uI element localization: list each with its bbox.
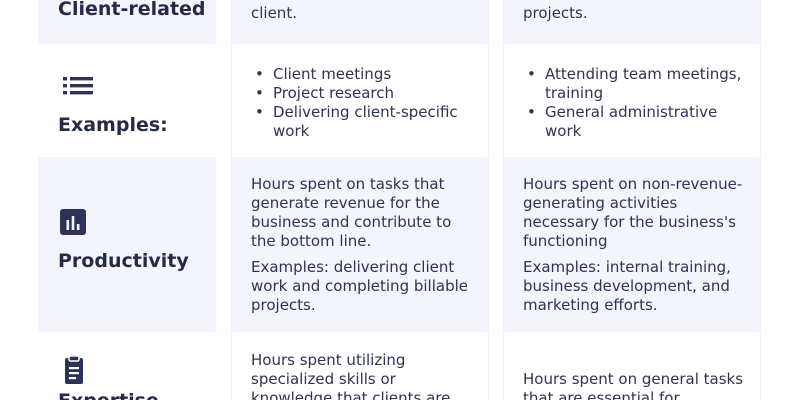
column-divider — [760, 0, 761, 400]
nonbillable-cell-expertise: Hours spent on general tasks that are es… — [503, 332, 761, 400]
billable-cell-examples: Client meetings Project research Deliver… — [231, 44, 488, 157]
billable-cell-client-related: client. — [231, 0, 488, 44]
row-examples-label-cell: Examples: — [38, 44, 216, 157]
list-item: Client meetings — [251, 65, 474, 84]
billable-text-client-related: client. — [251, 4, 297, 22]
nonbillable-productivity-text: Hours spent on non-revenue-generating ac… — [523, 175, 747, 315]
list-item: Attending team meetings, training — [523, 65, 747, 103]
nonbillable-expertise-desc: Hours spent on general tasks that are es… — [523, 370, 744, 400]
row-productivity-label-cell: Productivity — [38, 157, 216, 332]
nonbillable-examples-list-wrap: Attending team meetings, training Genera… — [523, 65, 747, 141]
billable-examples-list-wrap: Client meetings Project research Deliver… — [251, 65, 474, 141]
comparison-table: Client-related client. projects. Example… — [0, 0, 800, 400]
billable-cell-expertise: Hours spent utilizing specialized skills… — [231, 332, 488, 400]
list-item: General administrative work — [523, 103, 747, 141]
row-label-client-related: Client-related — [58, 0, 206, 20]
billable-examples-list: Client meetings Project research Deliver… — [251, 65, 474, 141]
row-label-productivity: Productivity — [58, 250, 189, 272]
nonbillable-cell-productivity: Hours spent on non-revenue-generating ac… — [503, 157, 761, 332]
billable-productivity-examples: Examples: delivering client work and com… — [251, 258, 468, 314]
row-client-related-label-cell: Client-related — [38, 0, 216, 44]
nonbillable-productivity-desc: Hours spent on non-revenue-generating ac… — [523, 175, 743, 250]
column-divider — [488, 0, 489, 400]
nonbillable-examples-list: Attending team meetings, training Genera… — [523, 65, 747, 141]
row-label-expertise: Expertise — [58, 390, 159, 400]
billable-productivity-text: Hours spent on tasks that generate reven… — [251, 175, 474, 315]
billable-expertise-desc: Hours spent utilizing specialized skills… — [251, 351, 451, 400]
list-item: Delivering client-specific work — [251, 103, 474, 141]
bar-chart-icon — [60, 209, 86, 235]
row-expertise-label-cell: Expertise — [38, 332, 216, 400]
column-divider — [503, 0, 504, 400]
list-icon — [63, 77, 93, 95]
nonbillable-cell-examples: Attending team meetings, training Genera… — [503, 44, 761, 157]
column-divider — [231, 0, 232, 400]
list-item: Project research — [251, 84, 474, 103]
nonbillable-text-client-related: projects. — [523, 4, 588, 22]
nonbillable-cell-client-related: projects. — [503, 0, 761, 44]
nonbillable-productivity-examples: Examples: internal training, business de… — [523, 258, 731, 314]
billable-cell-productivity: Hours spent on tasks that generate reven… — [231, 157, 488, 332]
row-label-examples: Examples: — [58, 114, 168, 136]
billable-productivity-desc: Hours spent on tasks that generate reven… — [251, 175, 452, 250]
clipboard-icon — [65, 355, 83, 384]
